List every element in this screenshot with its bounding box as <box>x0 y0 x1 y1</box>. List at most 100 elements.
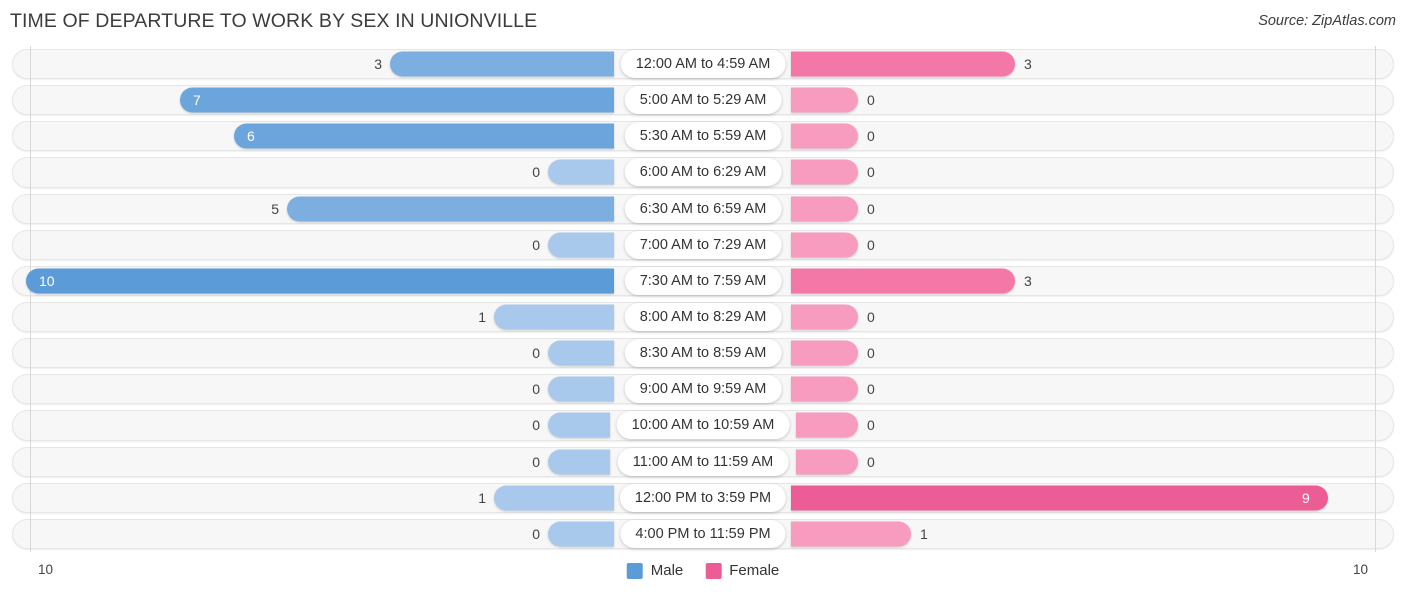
bar-value-male: 0 <box>532 525 540 542</box>
category-label: 12:00 AM to 4:59 AM <box>620 50 786 79</box>
axis-tick-right: 10 <box>1352 562 1368 577</box>
table-row: 6 0 5:30 AM to 5:59 AM <box>0 118 1406 154</box>
bar-female[interactable] <box>791 87 858 113</box>
chart-footer: 10 10 Male Female <box>0 552 1406 595</box>
legend-item-female[interactable]: Female <box>705 562 779 579</box>
bar-value-female: 0 <box>867 417 875 434</box>
bar-male[interactable] <box>548 521 614 547</box>
row-bars: 0 0 10:00 AM to 10:59 AM <box>0 407 1406 443</box>
bar-value-male: 1 <box>478 309 486 326</box>
bar-value-male: 10 <box>39 272 55 289</box>
bar-male[interactable] <box>390 51 614 77</box>
bar-male[interactable] <box>26 268 614 294</box>
table-row: 0 1 4:00 PM to 11:59 PM <box>0 516 1406 552</box>
bar-female[interactable] <box>791 485 1328 511</box>
bar-value-male: 3 <box>374 56 382 73</box>
page-title: TIME OF DEPARTURE TO WORK BY SEX IN UNIO… <box>10 10 538 32</box>
bar-value-female: 0 <box>867 200 875 217</box>
bar-female[interactable] <box>791 376 858 402</box>
bar-value-male: 0 <box>532 453 540 470</box>
table-row: 0 0 9:00 AM to 9:59 AM <box>0 371 1406 407</box>
legend-item-male[interactable]: Male <box>626 562 684 579</box>
bar-female[interactable] <box>791 340 858 366</box>
table-row: 1 0 8:00 AM to 8:29 AM <box>0 299 1406 335</box>
bar-male[interactable] <box>494 304 614 330</box>
bar-female[interactable] <box>791 304 858 330</box>
category-label: 7:00 AM to 7:29 AM <box>624 230 782 259</box>
bar-value-female: 0 <box>867 92 875 109</box>
row-bars: 5 0 6:30 AM to 6:59 AM <box>0 191 1406 227</box>
category-label: 12:00 PM to 3:59 PM <box>619 483 787 512</box>
row-bars: 0 0 11:00 AM to 11:59 AM <box>0 444 1406 480</box>
row-bars: 3 3 12:00 AM to 4:59 AM <box>0 46 1406 82</box>
row-bars: 0 0 9:00 AM to 9:59 AM <box>0 371 1406 407</box>
bar-rows: 3 3 12:00 AM to 4:59 AM 7 0 5:00 AM to 5:29 A… <box>0 46 1406 552</box>
bar-female[interactable] <box>791 51 1015 77</box>
row-bars: 7 0 5:00 AM to 5:29 AM <box>0 82 1406 118</box>
bar-female[interactable] <box>796 412 858 438</box>
bar-male[interactable] <box>548 376 614 402</box>
table-row: 5 0 6:30 AM to 6:59 AM <box>0 191 1406 227</box>
bar-value-female: 9 <box>1302 489 1310 506</box>
table-row: 0 0 11:00 AM to 11:59 AM <box>0 444 1406 480</box>
category-label: 5:30 AM to 5:59 AM <box>624 122 782 151</box>
row-bars: 0 0 6:00 AM to 6:29 AM <box>0 154 1406 190</box>
row-bars: 1 0 8:00 AM to 8:29 AM <box>0 299 1406 335</box>
bar-value-female: 0 <box>867 164 875 181</box>
legend-swatch-male-icon <box>626 562 643 579</box>
category-label: 7:30 AM to 7:59 AM <box>624 266 782 295</box>
row-bars: 0 1 4:00 PM to 11:59 PM <box>0 516 1406 552</box>
category-label: 6:00 AM to 6:29 AM <box>624 158 782 187</box>
row-bars: 1 9 12:00 PM to 3:59 PM <box>0 480 1406 516</box>
category-label: 9:00 AM to 9:59 AM <box>624 375 782 404</box>
bar-male[interactable] <box>548 412 610 438</box>
table-row: 10 3 7:30 AM to 7:59 AM <box>0 263 1406 299</box>
bar-value-male: 0 <box>532 417 540 434</box>
bar-male[interactable] <box>234 123 614 149</box>
category-label: 10:00 AM to 10:59 AM <box>616 411 790 440</box>
table-row: 7 0 5:00 AM to 5:29 AM <box>0 82 1406 118</box>
category-label: 8:00 AM to 8:29 AM <box>624 303 782 332</box>
bar-value-male: 5 <box>271 200 279 217</box>
bar-female[interactable] <box>796 449 858 475</box>
row-bars: 0 0 8:30 AM to 8:59 AM <box>0 335 1406 371</box>
table-row: 0 0 7:00 AM to 7:29 AM <box>0 227 1406 263</box>
legend-swatch-female-icon <box>705 562 722 579</box>
row-bars: 10 3 7:30 AM to 7:59 AM <box>0 263 1406 299</box>
bar-male[interactable] <box>180 87 614 113</box>
row-bars: 0 0 7:00 AM to 7:29 AM <box>0 227 1406 263</box>
category-label: 11:00 AM to 11:59 AM <box>617 447 789 476</box>
table-row: 0 0 6:00 AM to 6:29 AM <box>0 154 1406 190</box>
bar-female[interactable] <box>791 123 858 149</box>
bar-male[interactable] <box>494 485 614 511</box>
row-bars: 6 0 5:30 AM to 5:59 AM <box>0 118 1406 154</box>
category-label: 5:00 AM to 5:29 AM <box>624 86 782 115</box>
bar-female[interactable] <box>791 521 911 547</box>
category-label: 6:30 AM to 6:59 AM <box>624 194 782 223</box>
bar-value-female: 0 <box>867 453 875 470</box>
chart-header: TIME OF DEPARTURE TO WORK BY SEX IN UNIO… <box>0 0 1406 46</box>
bar-male[interactable] <box>548 449 610 475</box>
source-label: Source: ZipAtlas.com <box>1258 13 1396 29</box>
bar-value-male: 1 <box>478 489 486 506</box>
bar-female[interactable] <box>791 159 858 185</box>
chart-page: TIME OF DEPARTURE TO WORK BY SEX IN UNIO… <box>0 0 1406 595</box>
bar-value-female: 1 <box>920 525 928 542</box>
bar-female[interactable] <box>791 232 858 258</box>
bar-male[interactable] <box>548 159 614 185</box>
bar-female[interactable] <box>791 196 858 222</box>
bar-value-female: 0 <box>867 309 875 326</box>
bar-male[interactable] <box>548 232 614 258</box>
bar-value-female: 0 <box>867 345 875 362</box>
bar-male[interactable] <box>548 340 614 366</box>
legend-label-male: Male <box>650 562 684 579</box>
bar-value-female: 0 <box>867 128 875 145</box>
category-label: 4:00 PM to 11:59 PM <box>620 519 786 548</box>
bar-value-female: 3 <box>1024 272 1032 289</box>
table-row: 0 0 8:30 AM to 8:59 AM <box>0 335 1406 371</box>
bar-female[interactable] <box>791 268 1015 294</box>
bar-male[interactable] <box>287 196 614 222</box>
axis-tick-left: 10 <box>38 562 54 577</box>
category-label: 8:30 AM to 8:59 AM <box>624 339 782 368</box>
bar-value-male: 7 <box>193 92 201 109</box>
